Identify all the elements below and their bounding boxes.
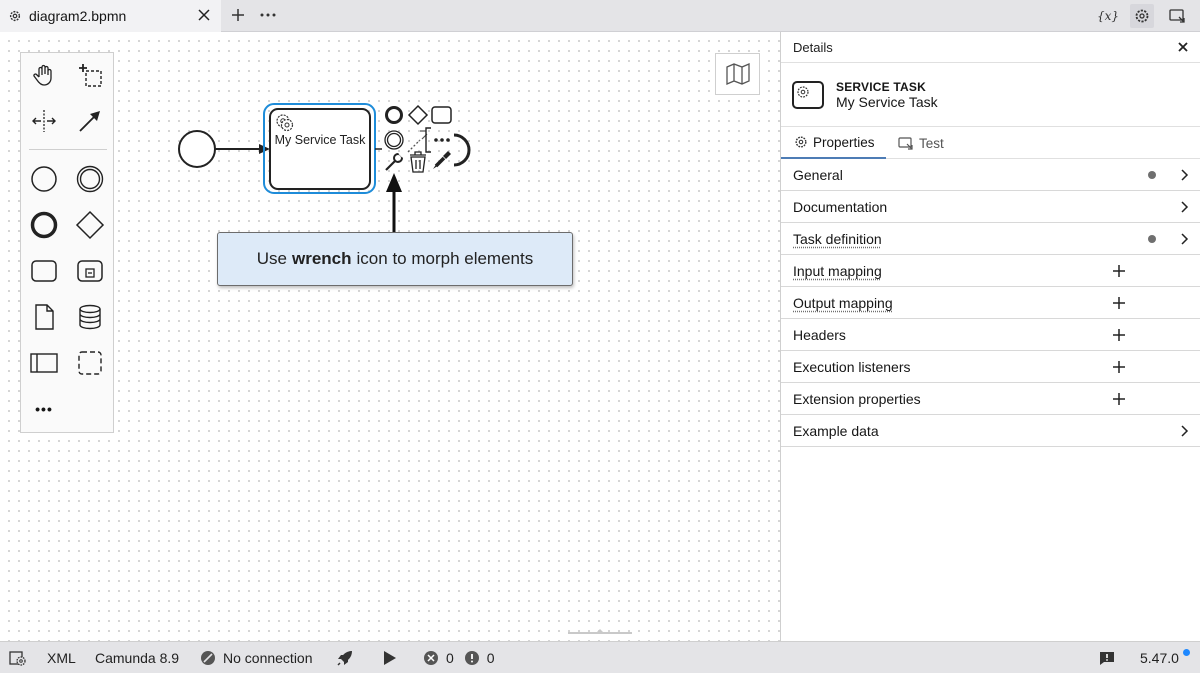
xml-view-button[interactable]: XML	[47, 642, 76, 673]
service-task-icon	[792, 81, 824, 109]
tooltip-prefix: Use	[257, 249, 287, 269]
delete-icon[interactable]	[410, 152, 426, 172]
element-header: SERVICE TASK My Service Task	[781, 63, 1200, 127]
chevron-right-icon[interactable]	[1177, 200, 1191, 214]
tab-diagram2[interactable]: diagram2.bpmn	[0, 0, 221, 32]
panel-header: Details	[781, 32, 1200, 63]
tooltip-emphasis: wrench	[292, 249, 352, 269]
settings-icon[interactable]	[1130, 4, 1154, 28]
gear-icon	[794, 135, 808, 149]
warning-count: 0	[487, 650, 495, 666]
append-end-event-icon[interactable]	[387, 108, 402, 123]
element-type: SERVICE TASK	[836, 80, 926, 94]
file-settings-icon[interactable]	[9, 642, 27, 673]
start-event[interactable]	[179, 131, 215, 167]
group-task-definition[interactable]: Task definition	[781, 223, 1200, 255]
group-execution-listeners[interactable]: Execution listeners	[781, 351, 1200, 383]
chevron-right-icon[interactable]	[1177, 424, 1191, 438]
run-play-icon[interactable]	[380, 642, 398, 673]
panel-tabs: Properties Test	[781, 127, 1200, 159]
tab-bar: diagram2.bpmn {x}	[0, 0, 1200, 32]
data-indicator-dot	[1148, 171, 1156, 179]
chevron-right-icon[interactable]	[1177, 168, 1191, 182]
plus-icon[interactable]	[1112, 392, 1126, 406]
test-icon	[898, 136, 914, 150]
status-bar: XML Camunda 8.9 No connection 0 0 5.47.0	[0, 641, 1200, 673]
engine-version-button[interactable]: Camunda 8.9	[95, 642, 179, 673]
chevron-right-icon[interactable]	[1177, 232, 1191, 246]
more-options-icon[interactable]	[434, 138, 450, 142]
group-example-data[interactable]: Example data	[781, 415, 1200, 447]
plus-icon[interactable]	[1112, 360, 1126, 374]
gear-icon	[8, 9, 22, 23]
tooltip-suffix: icon to morph elements	[357, 249, 534, 269]
data-indicator-dot	[1148, 235, 1156, 243]
bottom-panel-resize-handle[interactable]	[568, 632, 632, 636]
connection-status-button[interactable]: No connection	[200, 642, 313, 673]
group-headers[interactable]: Headers	[781, 319, 1200, 351]
warning-icon	[464, 650, 480, 666]
disconnected-icon	[200, 650, 216, 666]
plus-icon[interactable]	[1112, 264, 1126, 278]
tooltip-pointer-arrow	[386, 173, 402, 232]
panel-title: Details	[793, 40, 833, 55]
feedback-icon[interactable]	[1099, 642, 1115, 673]
deploy-rocket-icon[interactable]	[335, 642, 355, 673]
error-icon	[423, 650, 439, 666]
modeling-canvas[interactable]: ••• My Service Task Use wrench icon to m…	[0, 32, 780, 641]
group-general[interactable]: General	[781, 159, 1200, 191]
service-task-label: My Service Task	[270, 133, 370, 148]
error-count: 0	[446, 650, 454, 666]
group-input-mapping[interactable]: Input mapping	[781, 255, 1200, 287]
plus-icon[interactable]	[1112, 296, 1126, 310]
update-indicator-dot	[1183, 649, 1190, 656]
more-icon[interactable]	[258, 6, 278, 24]
append-intermediate-event-icon[interactable]	[385, 131, 403, 149]
variables-icon[interactable]: {x}	[1096, 4, 1120, 28]
context-pad	[385, 106, 469, 172]
tab-test[interactable]: Test	[898, 127, 944, 159]
problems-indicator[interactable]: 0 0	[423, 642, 495, 673]
sequence-flow[interactable]	[215, 144, 270, 154]
tab-title: diagram2.bpmn	[29, 8, 126, 24]
text-annotation-icon[interactable]	[426, 128, 431, 152]
plus-icon[interactable]	[1112, 328, 1126, 342]
plus-icon[interactable]	[229, 6, 247, 24]
append-task-icon[interactable]	[432, 107, 451, 123]
close-icon[interactable]	[197, 8, 211, 22]
properties-panel: Details SERVICE TASK My Service Task Pro…	[780, 32, 1200, 641]
wrench-icon[interactable]	[386, 153, 403, 170]
bpmn-diagram	[0, 32, 780, 641]
close-icon[interactable]	[1176, 40, 1190, 54]
color-icon[interactable]	[454, 135, 469, 165]
tab-properties[interactable]: Properties	[781, 127, 886, 159]
connect-icon[interactable]	[408, 131, 427, 152]
group-extension-properties[interactable]: Extension properties	[781, 383, 1200, 415]
onboarding-tooltip: Use wrench icon to morph elements	[217, 232, 573, 286]
app-version[interactable]: 5.47.0	[1140, 642, 1179, 673]
group-documentation[interactable]: Documentation	[781, 191, 1200, 223]
paint-brush-icon[interactable]	[433, 151, 451, 169]
service-task[interactable]	[264, 104, 375, 193]
group-output-mapping[interactable]: Output mapping	[781, 287, 1200, 319]
preview-icon[interactable]	[1165, 4, 1189, 28]
element-name: My Service Task	[836, 94, 938, 110]
append-gateway-icon[interactable]	[409, 106, 427, 124]
